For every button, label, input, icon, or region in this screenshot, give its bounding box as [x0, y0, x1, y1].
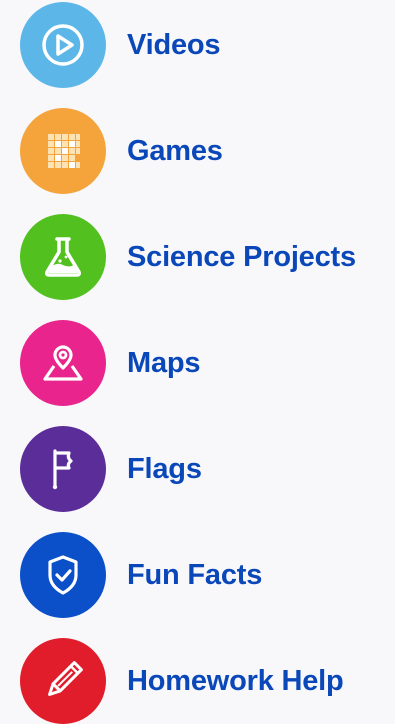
menu-item-videos[interactable]: Videos — [20, 2, 390, 88]
menu-item-homework-help[interactable]: Homework Help — [20, 638, 390, 724]
flask-icon — [45, 237, 81, 277]
menu-item-science-projects[interactable]: Science Projects — [20, 214, 390, 300]
menu-item-games[interactable]: Games — [20, 108, 390, 194]
menu-item-label: Flags — [127, 452, 202, 485]
flag-icon — [52, 449, 73, 490]
shield-check-icon — [48, 555, 78, 595]
fun-facts-icon-circle — [20, 532, 106, 618]
flags-icon-circle — [20, 426, 106, 512]
category-menu: Videos Games Science Projects Maps Flags… — [0, 0, 395, 724]
videos-icon-circle — [20, 2, 106, 88]
menu-item-maps[interactable]: Maps — [20, 320, 390, 406]
menu-item-label: Maps — [127, 346, 201, 379]
menu-item-label: Science Projects — [127, 240, 356, 273]
maps-icon-circle — [20, 320, 106, 406]
homework-help-icon-circle — [20, 638, 106, 724]
crossword-icon — [48, 134, 80, 168]
menu-item-label: Games — [127, 134, 223, 167]
menu-item-label: Videos — [127, 28, 221, 61]
menu-item-flags[interactable]: Flags — [20, 426, 390, 512]
menu-item-fun-facts[interactable]: Fun Facts — [20, 532, 390, 618]
map-pin-icon — [43, 345, 83, 381]
play-icon — [42, 24, 84, 66]
games-icon-circle — [20, 108, 106, 194]
science-projects-icon-circle — [20, 214, 106, 300]
pencil-icon — [48, 661, 83, 696]
menu-item-label: Fun Facts — [127, 558, 263, 591]
menu-item-label: Homework Help — [127, 664, 344, 697]
